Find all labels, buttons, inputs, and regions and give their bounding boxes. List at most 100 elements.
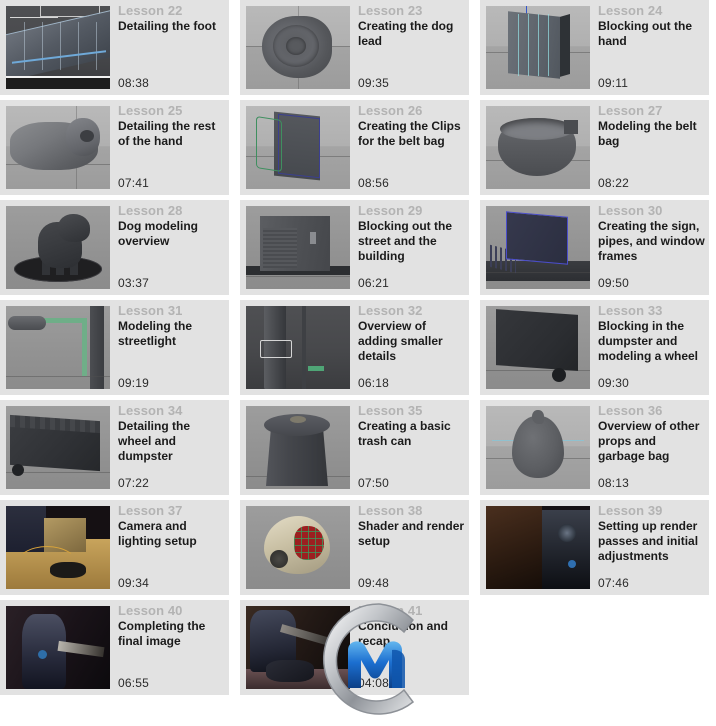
lesson-card[interactable]: Lesson 32 Overview of adding smaller deta…	[240, 300, 469, 395]
dog-lead-disc-thumbnail[interactable]	[246, 6, 350, 89]
lesson-title[interactable]: Conclusion and recap	[358, 619, 465, 649]
lesson-title[interactable]: Overview of adding smaller details	[358, 319, 465, 364]
lesson-title[interactable]: Modeling the streetlight	[118, 319, 225, 349]
hand-block-wireframe-thumbnail[interactable]	[486, 6, 590, 89]
lesson-card[interactable]: Lesson 38 Shader and render setup 09:48	[240, 500, 469, 595]
lesson-card[interactable]: Lesson 29 Blocking out the street and the…	[240, 200, 469, 295]
lesson-title[interactable]: Overview of other props and garbage bag	[598, 419, 705, 464]
lesson-card[interactable]: Lesson 22 Detailing the foot 08:38	[0, 0, 229, 95]
lesson-card[interactable]: Lesson 24 Blocking out the hand 09:11	[480, 0, 709, 95]
helmet-shader-thumbnail[interactable]	[246, 506, 350, 589]
lesson-title[interactable]: Detailing the rest of the hand	[118, 119, 225, 149]
camera-lighting-thumbnail[interactable]	[6, 506, 110, 589]
lesson-number-label: Lesson 39	[598, 503, 663, 518]
lesson-grid: Lesson 22 Detailing the foot 08:38 Lesson …	[0, 0, 716, 715]
belt-bag-clips-thumbnail[interactable]	[246, 106, 350, 189]
lesson-title[interactable]: Setting up render passes and initial adj…	[598, 519, 705, 564]
lesson-title[interactable]: Modeling the belt bag	[598, 119, 705, 149]
lesson-number-label: Lesson 24	[598, 3, 663, 18]
lesson-card[interactable]: Lesson 34 Detailing the wheel and dumpste…	[0, 400, 229, 495]
lesson-meta: Lesson 33 Blocking in the dumpster and mo…	[590, 300, 709, 395]
pole-details-thumbnail[interactable]	[246, 306, 350, 389]
lesson-meta: Lesson 24 Blocking out the hand 09:11	[590, 0, 709, 95]
lesson-duration: 03:37	[118, 276, 150, 290]
lesson-title[interactable]: Blocking out the hand	[598, 19, 705, 49]
streetlight-thumbnail[interactable]	[6, 306, 110, 389]
lesson-duration: 09:34	[118, 576, 150, 590]
lesson-card[interactable]: Lesson 40 Completing the final image 06:55	[0, 600, 229, 695]
lesson-title[interactable]: Dog modeling overview	[118, 219, 225, 249]
dumpster-block-thumbnail[interactable]	[486, 306, 590, 389]
lesson-card[interactable]: Lesson 27 Modeling the belt bag 08:22	[480, 100, 709, 195]
lesson-card[interactable]: Lesson 33 Blocking in the dumpster and mo…	[480, 300, 709, 395]
lesson-card[interactable]: Lesson 41 Conclusion and recap 04:08	[240, 600, 469, 695]
lesson-number-label: Lesson 27	[598, 103, 663, 118]
lesson-meta: Lesson 32 Overview of adding smaller deta…	[350, 300, 469, 395]
lesson-duration: 08:13	[598, 476, 630, 490]
lesson-number-label: Lesson 22	[118, 3, 183, 18]
lesson-card[interactable]: Lesson 30 Creating the sign, pipes, and w…	[480, 200, 709, 295]
lesson-row: Lesson 31 Modeling the streetlight 09:19 L…	[0, 300, 716, 400]
lesson-title[interactable]: Blocking in the dumpster and modeling a …	[598, 319, 705, 364]
lesson-title[interactable]: Shader and render setup	[358, 519, 465, 549]
lesson-card[interactable]: Lesson 23 Creating the dog lead 09:35	[240, 0, 469, 95]
lesson-title[interactable]: Blocking out the street and the building	[358, 219, 465, 264]
lesson-meta: Lesson 41 Conclusion and recap 04:08	[350, 600, 469, 695]
lesson-meta: Lesson 40 Completing the final image 06:55	[110, 600, 229, 695]
lesson-title[interactable]: Creating the sign, pipes, and window fra…	[598, 219, 705, 264]
hand-detail-thumbnail[interactable]	[6, 106, 110, 189]
lesson-duration: 07:22	[118, 476, 150, 490]
thumbnail-artwork	[246, 6, 350, 89]
thumbnail-artwork	[486, 406, 590, 489]
trash-can-thumbnail[interactable]	[246, 406, 350, 489]
lesson-number-label: Lesson 35	[358, 403, 423, 418]
lesson-number-label: Lesson 28	[118, 203, 183, 218]
dumpster-detail-thumbnail[interactable]	[6, 406, 110, 489]
conclusion-thumbnail[interactable]	[246, 606, 350, 689]
lesson-meta: Lesson 30 Creating the sign, pipes, and w…	[590, 200, 709, 295]
lesson-title[interactable]: Creating the dog lead	[358, 19, 465, 49]
thumbnail-artwork	[486, 106, 590, 189]
thumbnail-artwork	[246, 406, 350, 489]
lesson-number-label: Lesson 38	[358, 503, 423, 518]
lesson-card[interactable]: Lesson 35 Creating a basic trash can 07:50	[240, 400, 469, 495]
lesson-number-label: Lesson 36	[598, 403, 663, 418]
final-image-thumbnail[interactable]	[6, 606, 110, 689]
lesson-card[interactable]: Lesson 31 Modeling the streetlight 09:19	[0, 300, 229, 395]
lesson-number-label: Lesson 26	[358, 103, 423, 118]
lesson-title[interactable]: Creating a basic trash can	[358, 419, 465, 449]
foot-wireframe-thumbnail[interactable]	[6, 6, 110, 89]
lesson-title[interactable]: Detailing the foot	[118, 19, 225, 34]
lesson-row: Lesson 28 Dog modeling overview 03:37 Less…	[0, 200, 716, 300]
belt-bag-thumbnail[interactable]	[486, 106, 590, 189]
lesson-title[interactable]: Creating the Clips for the belt bag	[358, 119, 465, 149]
lesson-duration: 06:18	[358, 376, 390, 390]
lesson-meta: Lesson 27 Modeling the belt bag 08:22	[590, 100, 709, 195]
lesson-duration: 09:11	[598, 76, 629, 90]
lesson-meta: Lesson 29 Blocking out the street and the…	[350, 200, 469, 295]
lesson-number-label: Lesson 32	[358, 303, 423, 318]
sign-pipes-window-thumbnail[interactable]	[486, 206, 590, 289]
lesson-duration: 09:19	[118, 376, 150, 390]
render-passes-thumbnail[interactable]	[486, 506, 590, 589]
street-building-thumbnail[interactable]	[246, 206, 350, 289]
lesson-title[interactable]: Completing the final image	[118, 619, 225, 649]
lesson-card[interactable]: Lesson 37 Camera and lighting setup 09:34	[0, 500, 229, 595]
lesson-number-label: Lesson 23	[358, 3, 423, 18]
lesson-title[interactable]: Detailing the wheel and dumpster	[118, 419, 225, 464]
thumbnail-artwork	[486, 506, 590, 589]
garbage-bag-thumbnail[interactable]	[486, 406, 590, 489]
lesson-title[interactable]: Camera and lighting setup	[118, 519, 225, 549]
lesson-number-label: Lesson 37	[118, 503, 183, 518]
thumbnail-artwork	[246, 506, 350, 589]
lesson-card[interactable]: Lesson 36 Overview of other props and gar…	[480, 400, 709, 495]
dog-model-thumbnail[interactable]	[6, 206, 110, 289]
lesson-meta: Lesson 22 Detailing the foot 08:38	[110, 0, 229, 95]
lesson-number-label: Lesson 30	[598, 203, 663, 218]
lesson-card[interactable]: Lesson 26 Creating the Clips for the belt…	[240, 100, 469, 195]
lesson-number-label: Lesson 33	[598, 303, 663, 318]
lesson-card[interactable]: Lesson 28 Dog modeling overview 03:37	[0, 200, 229, 295]
lesson-card[interactable]: Lesson 25 Detailing the rest of the hand 0…	[0, 100, 229, 195]
lesson-duration: 08:38	[118, 76, 150, 90]
lesson-card[interactable]: Lesson 39 Setting up render passes and in…	[480, 500, 709, 595]
